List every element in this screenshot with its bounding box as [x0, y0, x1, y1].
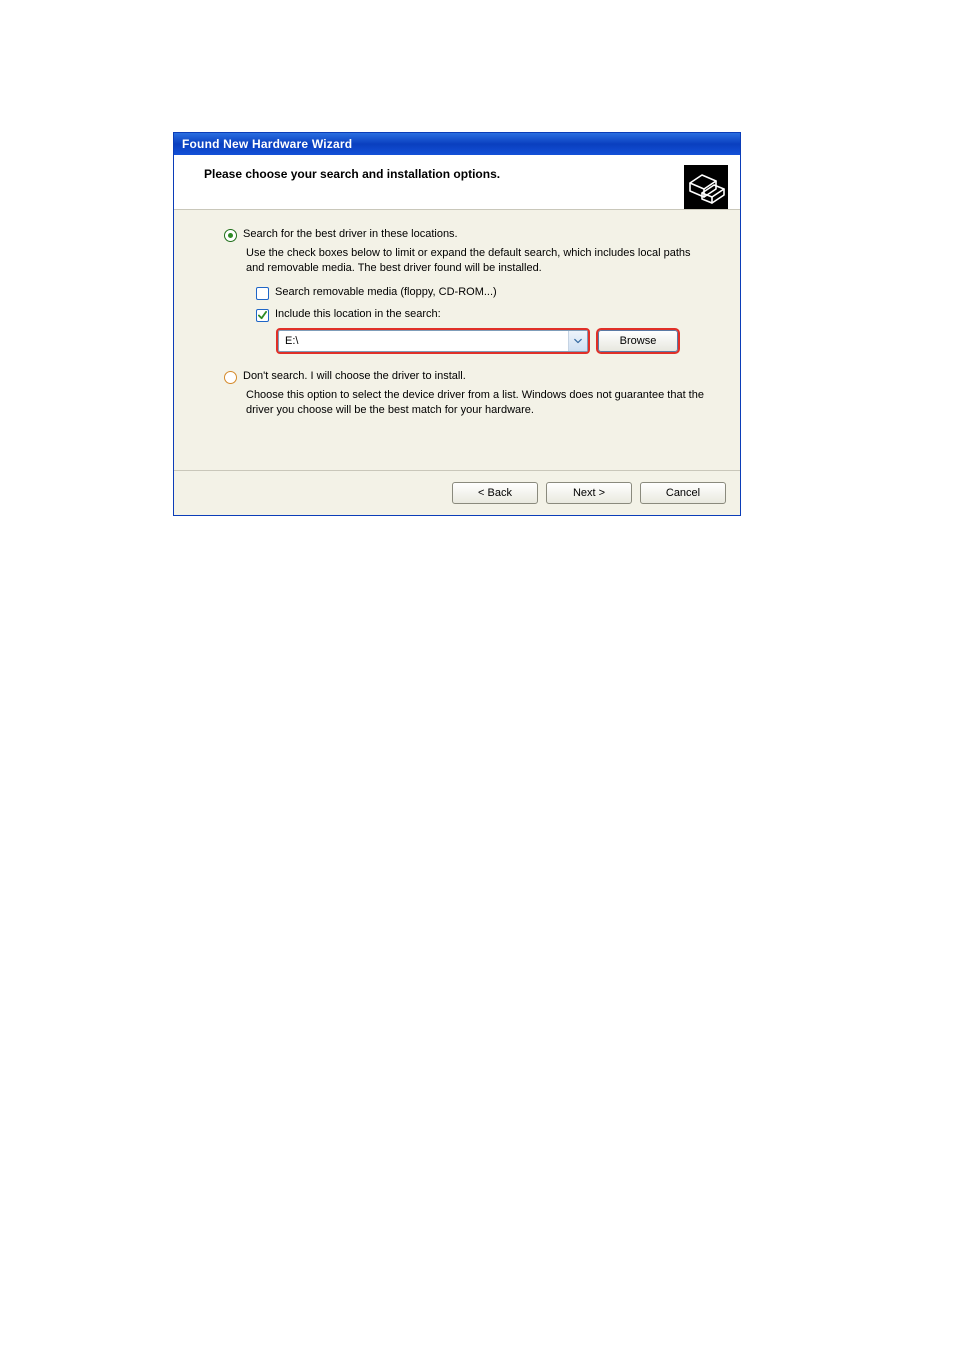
- manual-select-option[interactable]: Don't search. I will choose the driver t…: [224, 370, 718, 384]
- chevron-down-icon[interactable]: [568, 331, 587, 351]
- manual-select-label: Don't search. I will choose the driver t…: [243, 370, 466, 382]
- search-sub-options: Search removable media (floppy, CD-ROM..…: [256, 286, 718, 352]
- include-location-label: Include this location in the search:: [275, 308, 441, 320]
- wizard-header-title: Please choose your search and installati…: [204, 167, 726, 181]
- include-location-checkbox-row[interactable]: Include this location in the search:: [256, 308, 718, 322]
- browse-button[interactable]: Browse: [598, 330, 678, 352]
- search-locations-description: Use the check boxes below to limit or ex…: [246, 246, 708, 276]
- wizard-body: Search for the best driver in these loca…: [174, 210, 740, 470]
- path-combobox[interactable]: [278, 330, 588, 352]
- checkbox-checked-icon: [256, 309, 269, 322]
- checkbox-unchecked-icon: [256, 287, 269, 300]
- search-locations-label: Search for the best driver in these loca…: [243, 228, 458, 240]
- hardware-wizard-dialog: Found New Hardware Wizard Please choose …: [173, 132, 741, 516]
- search-locations-option[interactable]: Search for the best driver in these loca…: [224, 228, 718, 242]
- dialog-title: Found New Hardware Wizard: [182, 137, 352, 151]
- manual-select-description: Choose this option to select the device …: [246, 388, 708, 418]
- path-input-row: Browse: [278, 330, 718, 352]
- wizard-header: Please choose your search and installati…: [174, 155, 740, 210]
- next-button[interactable]: Next >: [546, 482, 632, 504]
- titlebar[interactable]: Found New Hardware Wizard: [174, 133, 740, 155]
- wizard-footer: < Back Next > Cancel: [174, 470, 740, 515]
- cancel-button[interactable]: Cancel: [640, 482, 726, 504]
- radio-selected-icon: [224, 229, 237, 242]
- devices-icon: [684, 165, 728, 209]
- radio-unselected-icon: [224, 371, 237, 384]
- back-button[interactable]: < Back: [452, 482, 538, 504]
- path-input[interactable]: [279, 332, 568, 350]
- removable-media-label: Search removable media (floppy, CD-ROM..…: [275, 286, 497, 298]
- removable-media-checkbox-row[interactable]: Search removable media (floppy, CD-ROM..…: [256, 286, 718, 300]
